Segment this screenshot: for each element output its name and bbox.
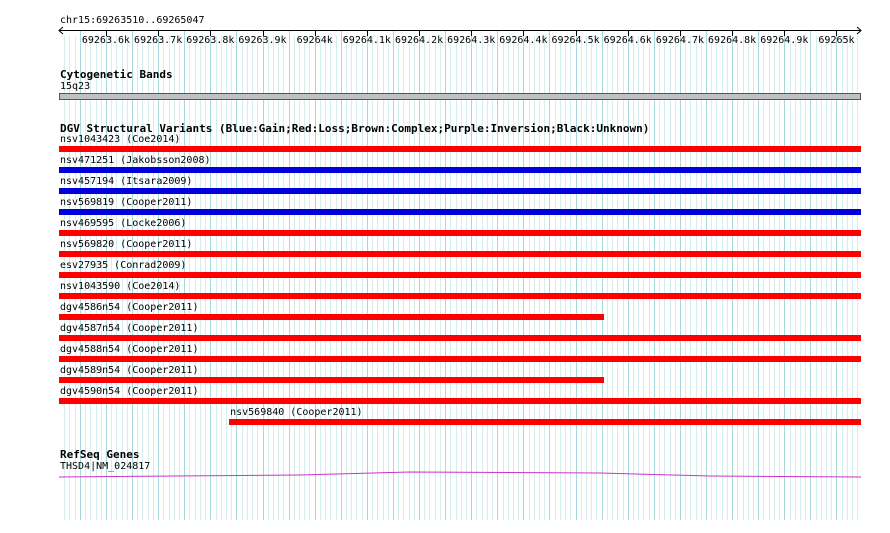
- variant-bar-gain[interactable]: [59, 167, 861, 173]
- variant-label[interactable]: nsv569820 (Cooper2011): [60, 239, 192, 251]
- variant-label[interactable]: dgv4586n54 (Cooper2011): [60, 302, 198, 314]
- variant-label[interactable]: dgv4589n54 (Cooper2011): [60, 365, 198, 377]
- variant-label[interactable]: nsv469595 (Locke2006): [60, 218, 186, 230]
- variant-label[interactable]: dgv4590n54 (Cooper2011): [60, 386, 198, 398]
- variant-label[interactable]: nsv457194 (Itsara2009): [60, 176, 192, 188]
- cytoband-track-title[interactable]: Cytogenetic Bands: [60, 68, 173, 81]
- ruler-tick-label: 69264.8k: [708, 35, 757, 46]
- variant-bar-loss[interactable]: [59, 335, 861, 341]
- ruler-tick-label: 69264k: [296, 35, 333, 46]
- ruler-tick-label: 69263.8k: [186, 35, 235, 46]
- variant-label[interactable]: dgv4587n54 (Cooper2011): [60, 323, 198, 335]
- variant-label[interactable]: esv27935 (Conrad2009): [60, 260, 186, 272]
- ruler-tick-label: 69264.1k: [342, 35, 391, 46]
- refseq-track-title[interactable]: RefSeq Genes: [60, 448, 139, 461]
- variant-label[interactable]: nsv471251 (Jakobsson2008): [60, 155, 211, 167]
- ruler-tick-label: 69264.7k: [655, 35, 705, 46]
- variant-label[interactable]: nsv569840 (Cooper2011): [230, 407, 362, 419]
- variant-label[interactable]: nsv1043423 (Coe2014): [60, 134, 180, 146]
- cytoband-bar[interactable]: [59, 93, 861, 100]
- ruler-tick-label: 69263.9k: [238, 35, 287, 46]
- refseq-gene-model[interactable]: [0, 465, 890, 485]
- location-label: chr15:69263510..69265047: [60, 15, 205, 26]
- ruler-tick-label: 69263.6k: [81, 35, 131, 46]
- variant-bar-gain[interactable]: [59, 209, 861, 215]
- variant-label[interactable]: dgv4588n54 (Cooper2011): [60, 344, 198, 356]
- cytoband-label: 15q23: [60, 81, 91, 92]
- ruler-tick-label: 69264.4k: [499, 35, 548, 46]
- variant-bar-loss[interactable]: [59, 251, 861, 257]
- variant-bar-loss[interactable]: [59, 272, 861, 278]
- ruler-tick-label: 69264.2k: [394, 35, 444, 46]
- ruler-tick-label: 69265k: [818, 35, 855, 46]
- variant-label[interactable]: nsv1043590 (Coe2014): [60, 281, 180, 293]
- variant-bar-loss[interactable]: [229, 419, 861, 425]
- variant-bar-loss[interactable]: [59, 293, 861, 299]
- variant-label[interactable]: nsv569819 (Cooper2011): [60, 197, 192, 209]
- variant-bar-loss[interactable]: [59, 230, 861, 236]
- ruler-tick-label: 69264.9k: [760, 35, 809, 46]
- ruler-tick-label: 69264.3k: [447, 35, 496, 46]
- variant-bar-loss[interactable]: [59, 377, 605, 383]
- ruler-tick-label: 69264.6k: [603, 35, 652, 46]
- variant-bar-loss[interactable]: [59, 146, 861, 152]
- variant-bar-loss[interactable]: [59, 356, 861, 362]
- ruler-tick-label: 69263.7k: [134, 35, 183, 46]
- variant-bar-gain[interactable]: [59, 188, 861, 194]
- variant-bar-loss[interactable]: [59, 314, 605, 320]
- variant-bar-loss[interactable]: [59, 398, 861, 404]
- ruler-tick-label: 69264.5k: [551, 35, 600, 46]
